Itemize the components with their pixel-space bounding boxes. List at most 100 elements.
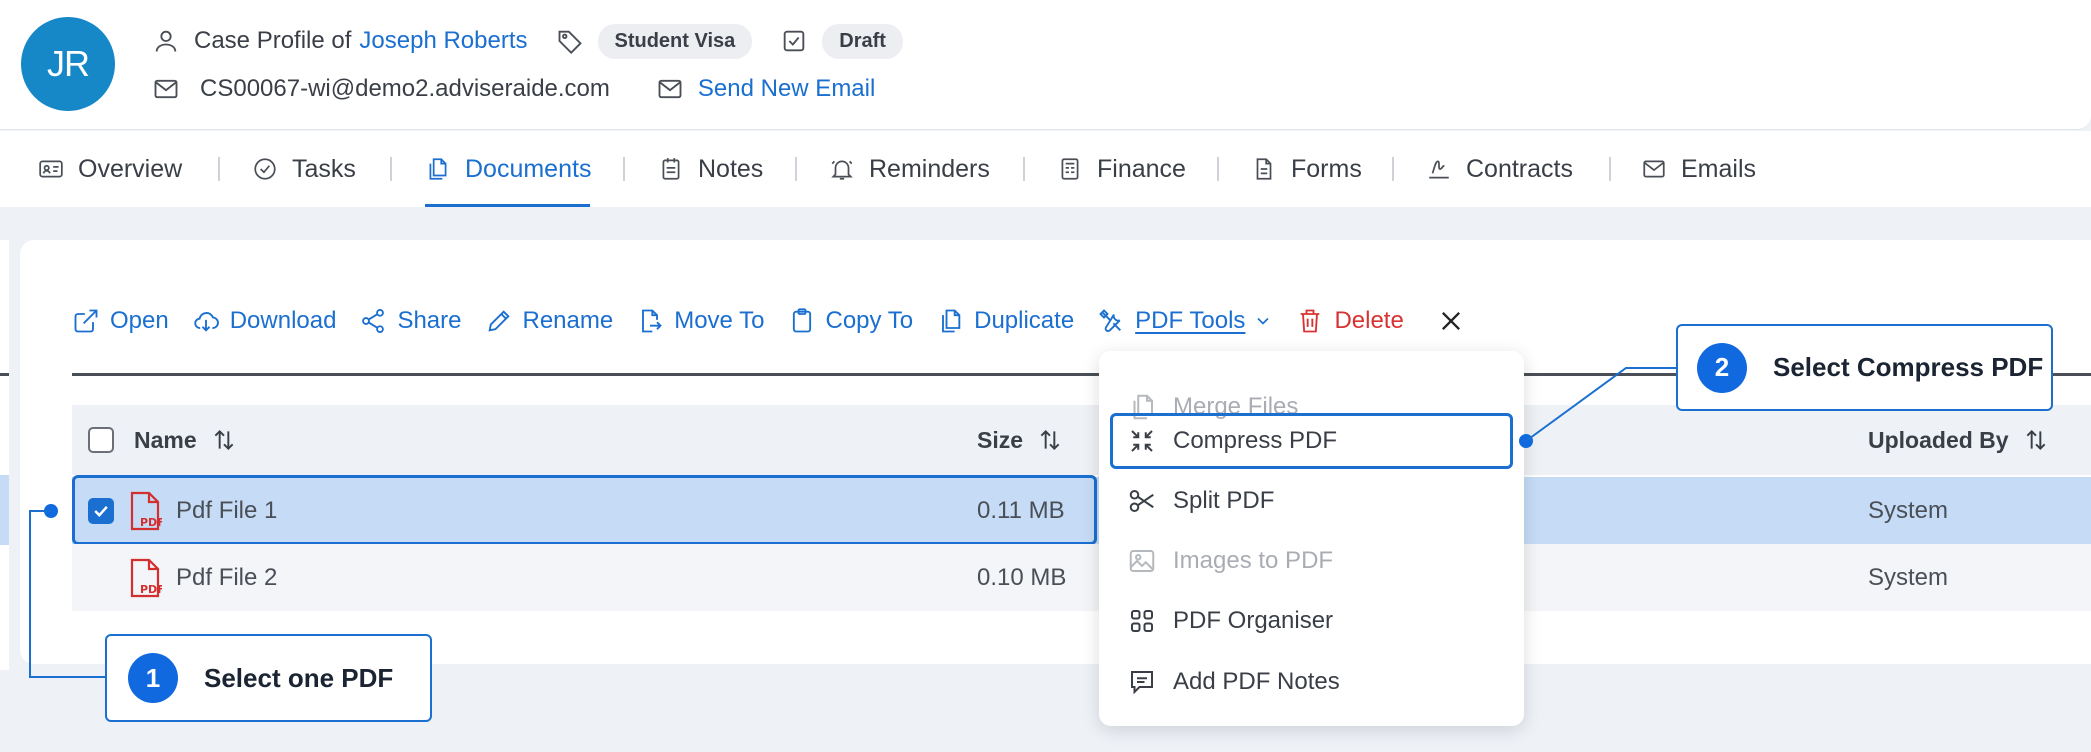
- clipboard-icon: [788, 307, 816, 335]
- document-toolbar: Open Download Share Rename Move To Copy …: [72, 300, 1488, 342]
- visa-type-badge: Student Visa: [597, 23, 753, 59]
- send-new-email-link[interactable]: Send New Email: [698, 75, 875, 103]
- menu-item-images-to-pdf[interactable]: Images to PDF: [1127, 534, 1333, 588]
- tab-divider: [1023, 157, 1025, 181]
- tab-divider: [218, 157, 220, 181]
- file-size: 0.10 MB: [977, 563, 1067, 591]
- column-name[interactable]: Name: [134, 405, 237, 475]
- tab-tasks[interactable]: Tasks: [252, 131, 356, 207]
- tab-label: Emails: [1681, 154, 1757, 183]
- selected-row-highlight: [72, 475, 1097, 545]
- signature-icon: [1426, 156, 1452, 182]
- column-name-label: Name: [134, 426, 197, 453]
- tab-notes[interactable]: Notes: [658, 131, 763, 207]
- tab-label: Reminders: [869, 154, 990, 183]
- checkbox-icon: [780, 27, 808, 55]
- close-toolbar-button[interactable]: [1437, 307, 1465, 335]
- tab-finance[interactable]: Finance: [1057, 131, 1186, 207]
- avatar: JR: [21, 17, 115, 111]
- comment-icon: [1127, 667, 1157, 697]
- step-number-badge: 1: [128, 653, 178, 703]
- tab-contracts[interactable]: Contracts: [1426, 131, 1573, 207]
- close-icon: [1437, 307, 1465, 335]
- tab-documents[interactable]: Documents: [425, 131, 592, 207]
- client-email: CS00067-wi@demo2.adviseraide.com: [200, 75, 610, 102]
- pdf-file-icon: PDF: [128, 557, 162, 599]
- menu-item-split-pdf[interactable]: Split PDF: [1127, 474, 1274, 528]
- tab-label: Notes: [698, 154, 764, 183]
- contact-row: CS00067-wi@demo2.adviseraide.com Send Ne…: [152, 70, 875, 108]
- file-name-cell[interactable]: PDF Pdf File 2: [128, 544, 277, 611]
- tab-divider: [623, 157, 625, 181]
- duplicate-label: Duplicate: [974, 307, 1075, 334]
- tab-label: Contracts: [1466, 154, 1573, 183]
- mail-icon: [1641, 156, 1667, 182]
- id-card-icon: [38, 156, 64, 182]
- tab-forms[interactable]: Forms: [1251, 131, 1362, 207]
- file-name: Pdf File 2: [176, 563, 278, 591]
- column-size[interactable]: Size: [977, 405, 1063, 475]
- table-header: Name Size Uploaded By: [72, 405, 2091, 475]
- uploaded-by: System: [1868, 563, 1949, 591]
- mail-icon: [152, 75, 180, 103]
- menu-item-pdf-organiser[interactable]: PDF Organiser: [1127, 594, 1333, 648]
- share-icon: [359, 307, 387, 335]
- menu-item-add-pdf-notes[interactable]: Add PDF Notes: [1127, 655, 1340, 709]
- copy-to-label: Copy To: [825, 307, 914, 334]
- tab-label: Documents: [465, 154, 592, 183]
- delete-label: Delete: [1334, 307, 1404, 334]
- cloud-download-icon: [192, 307, 220, 335]
- sort-icon[interactable]: [211, 427, 237, 453]
- sort-icon[interactable]: [2023, 427, 2049, 453]
- left-panel-edge: [0, 240, 9, 670]
- pdf-tools-button[interactable]: PDF Tools: [1097, 307, 1273, 335]
- tab-reminders[interactable]: Reminders: [829, 131, 990, 207]
- client-name-link[interactable]: Joseph Roberts: [359, 27, 527, 55]
- bell-icon: [829, 156, 855, 182]
- menu-item-label: Images to PDF: [1173, 547, 1334, 574]
- download-label: Download: [229, 307, 337, 334]
- tab-divider: [1609, 157, 1611, 181]
- tab-overview[interactable]: Overview: [38, 131, 182, 207]
- delete-button[interactable]: Delete: [1296, 307, 1404, 335]
- svg-text:PDF: PDF: [140, 583, 162, 596]
- tab-divider: [795, 157, 797, 181]
- tab-divider: [1217, 157, 1219, 181]
- tab-label: Forms: [1291, 154, 1362, 183]
- column-uploaded-by[interactable]: Uploaded By: [1868, 405, 2049, 475]
- step-text: Select Compress PDF: [1773, 352, 2044, 382]
- divider-line: [0, 373, 9, 376]
- scissors-icon: [1127, 486, 1157, 516]
- user-icon: [152, 27, 180, 55]
- share-button[interactable]: Share: [359, 307, 462, 335]
- duplicate-button[interactable]: Duplicate: [936, 307, 1074, 335]
- menu-item-label: Compress PDF: [1173, 427, 1338, 454]
- tab-emails[interactable]: Emails: [1641, 131, 1756, 207]
- step-number-badge: 2: [1697, 342, 1747, 393]
- copy-to-button[interactable]: Copy To: [788, 307, 914, 335]
- step-2-callout: 2 Select Compress PDF: [1676, 324, 2053, 411]
- download-button[interactable]: Download: [192, 307, 337, 335]
- column-uploaded-by-label: Uploaded By: [1868, 426, 2009, 453]
- compress-icon: [1127, 426, 1157, 456]
- move-to-button[interactable]: Move To: [636, 307, 765, 335]
- grid-icon: [1127, 606, 1157, 636]
- move-to-label: Move To: [674, 307, 765, 334]
- ledger-icon: [1057, 156, 1083, 182]
- pdf-tools-menu: Merge Files Compress PDF Split PDF Image…: [1099, 351, 1524, 726]
- tab-divider: [1392, 157, 1394, 181]
- sort-icon[interactable]: [1037, 427, 1063, 453]
- rename-button[interactable]: Rename: [485, 307, 613, 335]
- menu-item-compress-pdf[interactable]: Compress PDF: [1127, 414, 1337, 468]
- documents-icon: [425, 156, 451, 182]
- tab-bar: Overview Tasks Documents Notes Reminders…: [0, 131, 2091, 207]
- image-icon: [1127, 546, 1157, 576]
- open-button[interactable]: Open: [72, 307, 169, 335]
- check-circle-icon: [252, 156, 278, 182]
- table-row[interactable]: PDF Pdf File 2 0.10 MB System: [72, 544, 2091, 611]
- tab-label: Finance: [1097, 154, 1186, 183]
- select-all-checkbox[interactable]: [88, 405, 114, 475]
- menu-item-label: Add PDF Notes: [1173, 668, 1340, 695]
- share-label: Share: [397, 307, 462, 334]
- pencil-icon: [485, 307, 513, 335]
